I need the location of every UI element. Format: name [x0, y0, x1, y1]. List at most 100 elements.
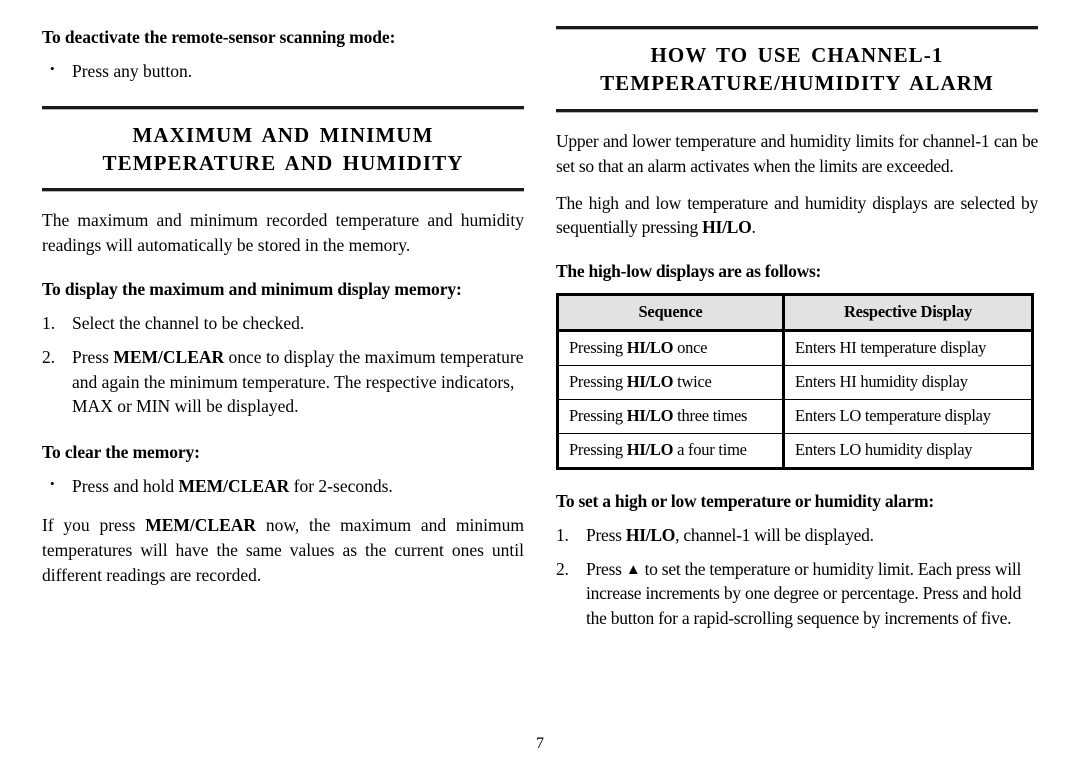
step-number: 1.: [42, 312, 56, 333]
list-item-text: Select the channel to be checked.: [72, 312, 305, 333]
page-title-line-1: HOW TO USE CHANNEL-1: [650, 43, 944, 67]
list-item-text: Press HI/LO, channel-1 will be displayed…: [586, 525, 874, 545]
alarm-setting-steps: 1. Press HI/LO, channel-1 will be displa…: [556, 523, 1038, 631]
hilo-button-label: HI/LO: [626, 439, 674, 459]
left-column: To deactivate the remote-sensor scanning…: [42, 0, 524, 587]
deactivate-scanning-list: • Press any button.: [42, 59, 524, 84]
section-rule-top: [42, 105, 524, 110]
sequence-text-post: twice: [673, 371, 712, 391]
step-number: 2.: [42, 346, 56, 367]
right-column: HOW TO USE CHANNEL-1 TEMPERATURE/HUMIDIT…: [556, 0, 1038, 631]
step-text-pre: Press: [586, 558, 626, 579]
step-text-post: , channel-1 will be displayed.: [675, 524, 874, 545]
table-row: Pressing HI/LO three times Enters LO tem…: [557, 398, 1033, 434]
table-row: Pressing HI/LO a four time Enters LO hum…: [557, 432, 1033, 469]
bullet-icon: •: [50, 476, 55, 491]
bullet-icon: •: [50, 60, 55, 76]
clear-memory-list: • Press and hold MEM/CLEAR for 2-seconds…: [42, 474, 524, 499]
step-text-pre: Press: [72, 346, 114, 367]
manual-page: To deactivate the remote-sensor scanning…: [0, 0, 1080, 766]
sequence-text-post: three times: [673, 405, 748, 425]
max-min-intro-paragraph: The maximum and minimum recorded tempera…: [42, 210, 524, 256]
table-row: Pressing HI/LO once Enters HI temperatur…: [557, 330, 1033, 366]
step-text-pre: Press: [586, 524, 626, 545]
cell-display: Enters HI humidity display: [783, 364, 1033, 400]
cell-sequence: Pressing HI/LO a four time: [557, 432, 785, 469]
hilo-button-label: HI/LO: [626, 337, 674, 357]
mem-clear-button-label: MEM/CLEAR: [178, 476, 290, 496]
list-item-text: Press ▲ to set the temperature or humidi…: [586, 559, 1021, 629]
sequence-text-pre: Pressing: [569, 439, 627, 459]
hilo-button-label: HI/LO: [626, 405, 674, 425]
display-memory-heading: To display the maximum and minimum displ…: [42, 279, 462, 300]
column-header-respective-display: Respective Display: [783, 294, 1033, 332]
up-triangle-icon: ▲: [625, 561, 641, 578]
sequence-text-pre: Pressing: [569, 371, 627, 391]
cell-display: Enters LO humidity display: [783, 432, 1033, 469]
mem-clear-button-label: MEM/CLEAR: [113, 346, 225, 367]
sequence-text-post: once: [673, 337, 708, 357]
table-row: Pressing HI/LO twice Enters HI humidity …: [557, 364, 1033, 400]
page-title-line-2: TEMPERATURE AND HUMIDITY: [102, 150, 464, 175]
cell-sequence: Pressing HI/LO three times: [557, 398, 785, 434]
alarm-intro-paragraph: Upper and lower temperature and humidity…: [556, 130, 1038, 176]
clear-memory-note: If you press MEM/CLEAR now, the maximum …: [42, 513, 524, 588]
hilo-button-label: HI/LO: [702, 217, 752, 238]
list-item: • Press any button.: [42, 59, 524, 84]
sequence-text-post: a four time: [673, 439, 747, 459]
list-item-text: Press MEM/CLEAR once to display the maxi…: [72, 347, 524, 417]
top-spacer-right: [556, 0, 1038, 26]
list-item: 2. Press ▲ to set the temperature or hum…: [556, 557, 1038, 632]
clear-memory-heading: To clear the memory:: [42, 442, 200, 463]
bullet-text-pre: Press and hold: [72, 476, 179, 496]
list-item: 1. Press HI/LO, channel-1 will be displa…: [556, 523, 1038, 548]
cell-sequence: Pressing HI/LO once: [557, 330, 785, 366]
list-item-text: Press and hold MEM/CLEAR for 2-seconds.: [72, 476, 393, 496]
hilo-select-paragraph: The high and low temperature and humidit…: [556, 191, 1038, 241]
cell-display: Enters LO temperature display: [783, 398, 1033, 434]
step-number: 2.: [556, 558, 569, 579]
select-text-post: .: [751, 217, 756, 238]
select-text-pre: The high and low temperature and humidit…: [556, 192, 1038, 238]
hilo-button-label: HI/LO: [626, 371, 674, 391]
page-title-right: HOW TO USE CHANNEL-1 TEMPERATURE/HUMIDIT…: [556, 42, 1038, 98]
cell-sequence: Pressing HI/LO twice: [557, 364, 785, 400]
page-title-line-2: TEMPERATURE/HUMIDITY ALARM: [600, 70, 994, 95]
column-header-sequence: Sequence: [557, 294, 785, 332]
note-text-pre: If you press: [42, 514, 146, 535]
top-spacer-left: [42, 0, 524, 26]
list-item-text: Press any button.: [72, 60, 193, 81]
mem-clear-button-label: MEM/CLEAR: [145, 514, 257, 535]
hilo-button-label: HI/LO: [625, 524, 676, 545]
section-rule-top: [556, 26, 1038, 30]
deactivate-scanning-heading: To deactivate the remote-sensor scanning…: [42, 27, 396, 47]
step-number: 1.: [556, 524, 569, 545]
list-item: 1. Select the channel to be checked.: [42, 311, 524, 336]
page-title-line-1: MAXIMUM AND MINIMUM: [132, 122, 434, 147]
table-header-row: Sequence Respective Display: [557, 294, 1033, 332]
page-number: 7: [536, 735, 544, 752]
sequence-text-pre: Pressing: [569, 405, 627, 425]
high-low-table-caption: The high-low displays are as follows:: [556, 261, 822, 282]
bullet-text-post: for 2-seconds.: [289, 476, 393, 496]
step-text-post: to set the temperature or humidity limit…: [586, 558, 1022, 629]
page-title-left: MAXIMUM AND MINIMUM TEMPERATURE AND HUMI…: [42, 122, 524, 178]
alarm-setting-heading: To set a high or low temperature or humi…: [556, 490, 934, 511]
sequence-text-pre: Pressing: [569, 337, 627, 357]
high-low-display-table: Sequence Respective Display Pressing HI/…: [556, 292, 1034, 470]
display-memory-steps: 1. Select the channel to be checked. 2. …: [42, 311, 524, 419]
